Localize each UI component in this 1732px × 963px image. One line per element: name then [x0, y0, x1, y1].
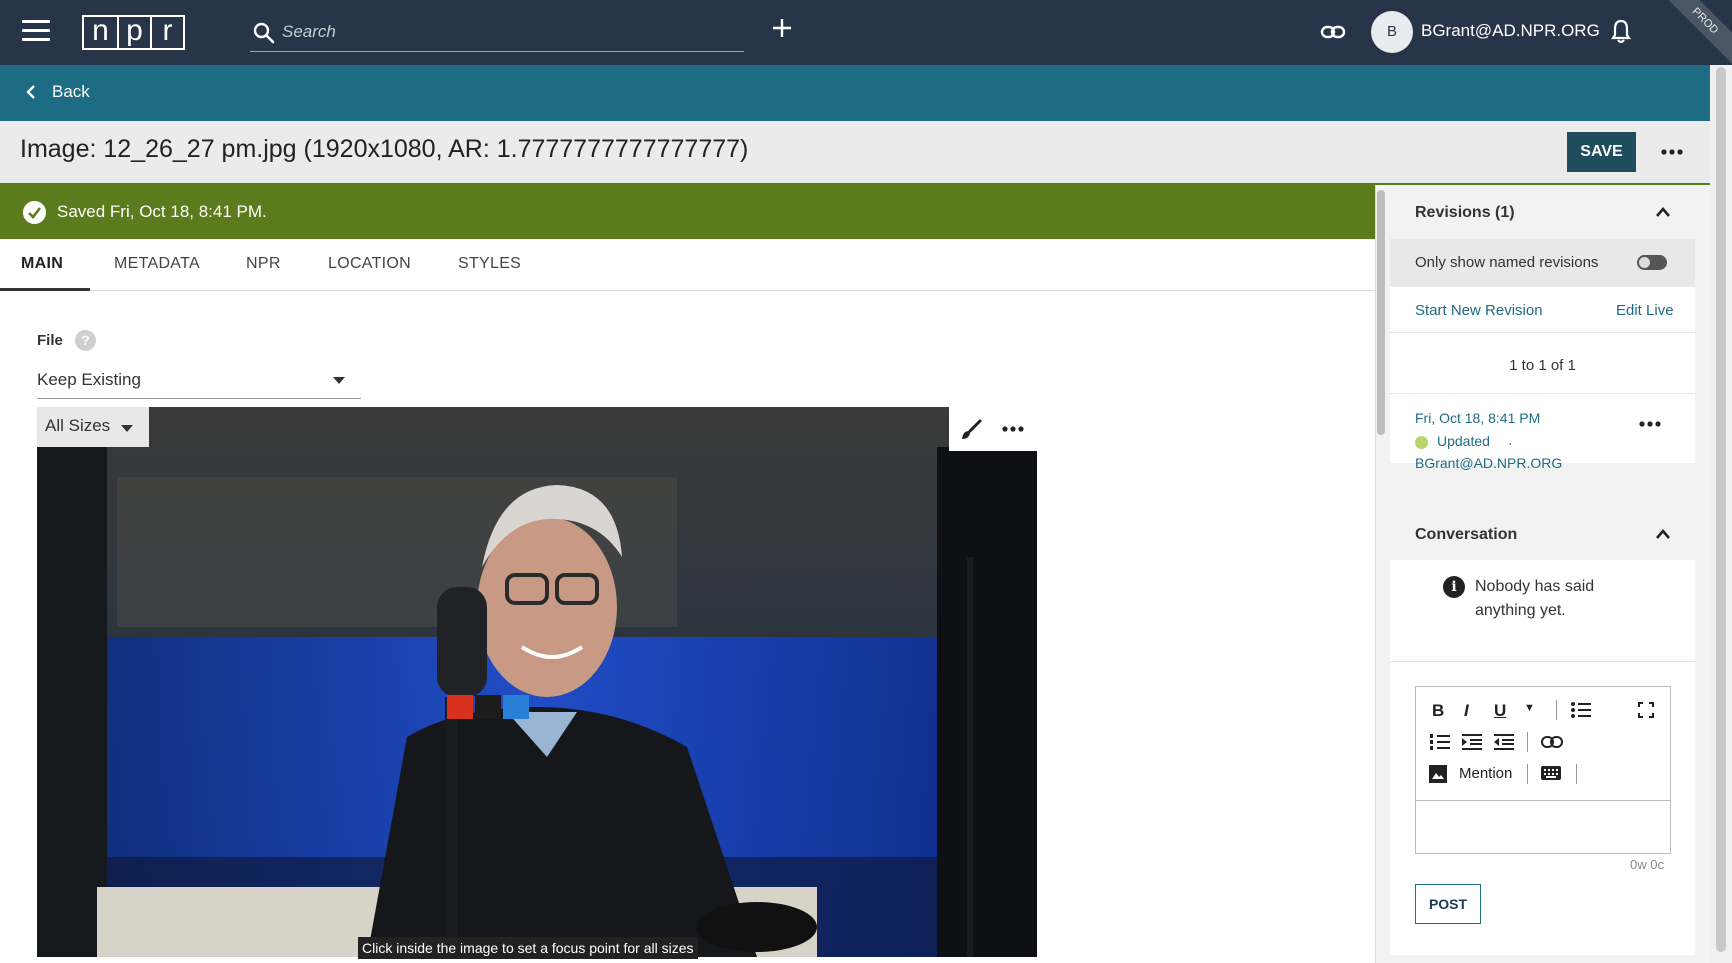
edit-live-link[interactable]: Edit Live: [1616, 302, 1674, 319]
start-new-revision-link[interactable]: Start New Revision: [1415, 302, 1543, 319]
chevron-left-icon: [26, 85, 35, 99]
named-revisions-label: Only show named revisions: [1415, 254, 1599, 271]
divider: [1390, 661, 1695, 662]
revision-more-options-icon[interactable]: [1638, 420, 1662, 428]
help-icon[interactable]: ?: [75, 330, 96, 351]
save-button[interactable]: SAVE: [1567, 132, 1636, 172]
page-title: Image: 12_26_27 pm.jpg (1920x1080, AR: 1…: [20, 135, 749, 163]
info-icon: i: [1443, 576, 1465, 598]
image-more-options-icon[interactable]: [1001, 425, 1025, 433]
comment-editor: B I U ▼ Mention: [1415, 686, 1671, 854]
caret-down-icon: [333, 377, 345, 384]
back-label: Back: [52, 82, 90, 101]
italic-icon[interactable]: I: [1464, 701, 1469, 721]
search-icon: [253, 22, 275, 44]
outdent-icon[interactable]: [1493, 733, 1515, 751]
search-input[interactable]: [282, 18, 732, 46]
bold-icon[interactable]: B: [1432, 701, 1444, 721]
user-name[interactable]: BGrant@AD.NPR.ORG: [1421, 21, 1600, 41]
post-button[interactable]: POST: [1415, 884, 1481, 924]
named-revisions-toggle[interactable]: [1637, 255, 1667, 270]
plus-icon[interactable]: [770, 16, 794, 40]
revision-date-link[interactable]: Fri, Oct 18, 8:41 PM: [1415, 410, 1540, 426]
revision-user: · BGrant@AD.NPR.ORG: [1415, 435, 1563, 471]
toolbar-separator: [1527, 764, 1528, 784]
image-tools: [949, 407, 1037, 451]
caret-down-icon: [121, 425, 133, 432]
image-preview[interactable]: [37, 407, 1037, 957]
saved-message: Saved Fri, Oct 18, 8:41 PM.: [57, 202, 267, 221]
active-tab-indicator: [0, 288, 90, 291]
tab-npr[interactable]: NPR: [246, 255, 281, 273]
revisions-heading: Revisions (1): [1415, 204, 1515, 221]
page-scrollbar[interactable]: [1710, 65, 1732, 963]
chevron-up-icon[interactable]: [1655, 206, 1671, 218]
underline-icon[interactable]: U: [1494, 701, 1506, 721]
title-bar: Image: 12_26_27 pm.jpg (1920x1080, AR: 1…: [0, 121, 1710, 183]
top-navigation-bar: n p r B BGrant@AD.NPR.ORG PROD: [0, 0, 1732, 75]
tab-styles[interactable]: STYLES: [458, 255, 521, 273]
more-options-icon[interactable]: [1660, 137, 1684, 167]
divider: [1390, 332, 1695, 333]
sizes-select[interactable]: All Sizes: [37, 407, 149, 447]
word-char-counter: 0w 0c: [1630, 857, 1664, 872]
saved-banner: Saved Fri, Oct 18, 8:41 PM.: [0, 185, 1375, 239]
keyboard-icon[interactable]: [1541, 766, 1561, 782]
tab-metadata[interactable]: METADATA: [114, 255, 200, 273]
tab-bar: MAIN METADATA NPR LOCATION STYLES: [0, 239, 1375, 291]
search-bar: [250, 14, 744, 52]
link-icon[interactable]: [1320, 20, 1346, 44]
indent-icon[interactable]: [1461, 733, 1483, 751]
fullscreen-icon[interactable]: [1638, 702, 1654, 718]
empty-conversation-message: Nobody has said anything yet.: [1475, 578, 1595, 619]
logo-letter-p: p: [117, 16, 150, 48]
image-icon[interactable]: [1429, 765, 1447, 783]
focus-point-hint: Click inside the image to set a focus po…: [358, 937, 698, 959]
check-circle-icon: [23, 201, 46, 224]
page-scrollbar-thumb[interactable]: [1716, 67, 1726, 952]
back-bar: Back: [0, 65, 1710, 121]
back-button[interactable]: Back: [26, 82, 90, 102]
chevron-up-icon[interactable]: [1655, 528, 1671, 540]
toolbar-separator: [1576, 764, 1577, 784]
file-select[interactable]: Keep Existing: [37, 364, 361, 399]
revision-user-name: BGrant@AD.NPR.ORG: [1415, 455, 1563, 471]
comment-input[interactable]: [1416, 800, 1670, 853]
studio-photo: [37, 407, 1037, 957]
file-select-value: Keep Existing: [37, 370, 141, 389]
sizes-select-value: All Sizes: [45, 416, 111, 435]
insert-link-icon[interactable]: [1541, 735, 1563, 749]
bulleted-list-icon[interactable]: [1570, 701, 1592, 719]
hamburger-menu-icon[interactable]: [22, 20, 50, 44]
npr-logo[interactable]: n p r: [82, 15, 185, 50]
toolbar-separator: [1556, 700, 1557, 720]
revisions-pager: 1 to 1 of 1: [1509, 357, 1576, 374]
divider: [1390, 393, 1695, 394]
named-revisions-row: Only show named revisions: [1390, 239, 1695, 287]
revisions-header[interactable]: Revisions (1): [1390, 188, 1695, 238]
logo-letter-n: n: [92, 14, 109, 47]
numbered-list-icon[interactable]: [1429, 733, 1451, 751]
environment-badge: PROD: [1651, 0, 1732, 75]
mention-button[interactable]: Mention: [1459, 765, 1512, 782]
avatar[interactable]: B: [1371, 11, 1413, 53]
tab-main[interactable]: MAIN: [21, 255, 63, 273]
logo-letter-r: r: [150, 16, 183, 48]
conversation-header[interactable]: Conversation: [1390, 510, 1695, 560]
toolbar-separator: [1527, 732, 1528, 752]
brush-icon[interactable]: [959, 418, 983, 442]
conversation-heading: Conversation: [1415, 526, 1518, 543]
tab-location[interactable]: LOCATION: [328, 255, 411, 273]
file-label: File: [37, 332, 63, 349]
text-style-dropdown-icon[interactable]: ▼: [1524, 702, 1535, 714]
side-panel-scrollbar[interactable]: [1377, 190, 1385, 435]
notification-bell-icon[interactable]: [1610, 18, 1632, 44]
